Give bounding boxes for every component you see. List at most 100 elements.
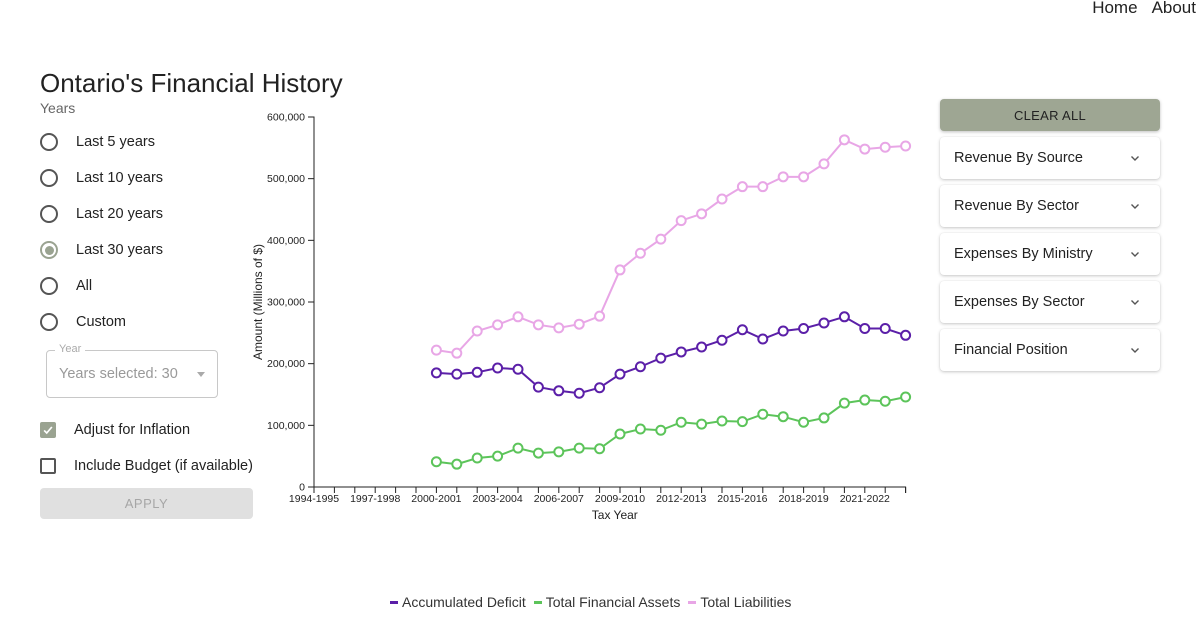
data-point-assets [451, 458, 463, 470]
adjust-inflation-checkbox[interactable]: Adjust for Inflation [40, 412, 260, 448]
accordion-label: Expenses By Ministry [954, 246, 1093, 262]
apply-button[interactable]: APPLY [40, 488, 253, 519]
data-point-deficit [900, 329, 912, 341]
radio-checked-icon [40, 241, 58, 259]
page-title: Ontario's Financial History [40, 68, 343, 98]
data-point-liabilities [879, 141, 891, 153]
data-point-liabilities [838, 134, 850, 146]
x-tick-label: 2012-2013 [656, 493, 706, 505]
x-tick-label: 2018-2019 [778, 493, 828, 505]
data-point-deficit [859, 323, 871, 335]
accordion-financial-position[interactable]: Financial Position [940, 329, 1160, 371]
data-point-deficit [430, 367, 442, 379]
data-point-deficit [838, 311, 850, 323]
chevron-down-icon [1131, 156, 1139, 161]
chevron-down-icon [1131, 252, 1139, 257]
radio-option-last-30-years[interactable]: Last 30 years [40, 232, 260, 268]
series-line-liabilities [436, 138, 906, 355]
data-point-liabilities [818, 158, 830, 170]
y-tick-label: 100,000 [267, 420, 305, 432]
accordion-label: Financial Position [954, 342, 1068, 358]
data-point-assets [696, 418, 708, 430]
data-point-deficit [451, 368, 463, 380]
radio-option-custom[interactable]: Custom [40, 304, 260, 340]
radio-label: All [76, 278, 93, 294]
data-point-liabilities [634, 247, 646, 259]
nav-about-link[interactable]: About [1152, 0, 1196, 18]
data-point-assets [471, 452, 483, 464]
accordion-expenses-by-sector[interactable]: Expenses By Sector [940, 281, 1160, 323]
chart-legend: Accumulated Deficit Total Financial Asset… [390, 594, 791, 610]
data-point-liabilities [512, 311, 524, 323]
data-point-assets [594, 443, 606, 455]
x-tick-label: 2006-2007 [534, 493, 584, 505]
years-group-label: Years [40, 100, 76, 116]
radio-unchecked-icon [40, 169, 58, 187]
filters-panel: Years Last 5 years Last 10 years Last 20 y… [40, 100, 260, 519]
radio-label: Custom [76, 314, 126, 330]
data-point-liabilities [532, 319, 544, 331]
chevron-down-icon [1131, 348, 1139, 353]
data-point-liabilities [777, 171, 789, 183]
legend-swatch [390, 600, 398, 604]
legend-item-deficit[interactable]: Accumulated Deficit [390, 594, 526, 610]
data-point-assets [757, 408, 769, 420]
clear-all-button[interactable]: CLEAR ALL [940, 99, 1160, 131]
data-point-assets [512, 442, 524, 454]
legend-label: Total Financial Assets [545, 594, 681, 610]
data-point-liabilities [655, 233, 667, 245]
series-line-deficit [436, 315, 906, 395]
data-point-liabilities [798, 171, 810, 183]
radio-label: Last 10 years [76, 170, 164, 186]
radio-unchecked-icon [40, 133, 58, 151]
accordion-revenue-by-source[interactable]: Revenue By Source [940, 137, 1160, 179]
radio-option-last-20-years[interactable]: Last 20 years [40, 196, 260, 232]
data-point-deficit [471, 366, 483, 378]
data-point-assets [614, 428, 626, 440]
data-point-deficit [777, 325, 789, 337]
accordion-expenses-by-ministry[interactable]: Expenses By Ministry [940, 233, 1160, 275]
data-point-assets [900, 391, 912, 403]
include-budget-checkbox[interactable]: Include Budget (if available) [40, 448, 260, 484]
radio-label: Last 30 years [76, 242, 164, 258]
data-point-liabilities [471, 325, 483, 337]
radio-option-last-5-years[interactable]: Last 5 years [40, 124, 260, 160]
data-point-deficit [818, 317, 830, 329]
nav-home-link[interactable]: Home [1092, 0, 1137, 18]
y-tick-label: 200,000 [267, 358, 305, 370]
radio-label: Last 20 years [76, 206, 164, 222]
data-point-deficit [492, 362, 504, 374]
financial-chart: 0 100,000 200,000 300,000 400,000 500,000 600,… [240, 100, 930, 540]
data-point-liabilities [859, 143, 871, 155]
year-select[interactable]: Year Years selected: 30 [46, 343, 218, 398]
data-point-deficit [879, 323, 891, 335]
data-point-liabilities [757, 181, 769, 193]
data-point-liabilities [675, 215, 687, 227]
chevron-down-icon [1131, 204, 1139, 209]
dropdown-caret-icon [197, 372, 205, 377]
accordion-revenue-by-sector[interactable]: Revenue By Sector [940, 185, 1160, 227]
legend-item-liabilities[interactable]: Total Liabilities [688, 594, 791, 610]
data-point-assets [492, 450, 504, 462]
data-point-deficit [655, 352, 667, 364]
legend-swatch [688, 600, 697, 604]
checkbox-unchecked-icon [40, 458, 56, 474]
year-select-value: Years selected: 30 [59, 366, 178, 382]
data-point-liabilities [553, 322, 565, 334]
y-tick-label: 0 [299, 482, 305, 494]
legend-item-assets[interactable]: Total Financial Assets [533, 594, 681, 610]
data-point-deficit [512, 363, 524, 375]
data-point-deficit [757, 333, 769, 345]
legend-label: Total Liabilities [700, 594, 792, 610]
radio-option-all[interactable]: All [40, 268, 260, 304]
legend-label: Accumulated Deficit [402, 594, 526, 610]
data-point-assets [798, 416, 810, 428]
data-point-deficit [553, 385, 565, 397]
data-point-liabilities [594, 310, 606, 322]
radio-option-last-10-years[interactable]: Last 10 years [40, 160, 260, 196]
data-point-deficit [675, 346, 687, 358]
data-point-liabilities [736, 181, 748, 193]
data-point-assets [859, 394, 871, 406]
data-point-assets [634, 423, 646, 435]
data-point-deficit [736, 324, 748, 336]
